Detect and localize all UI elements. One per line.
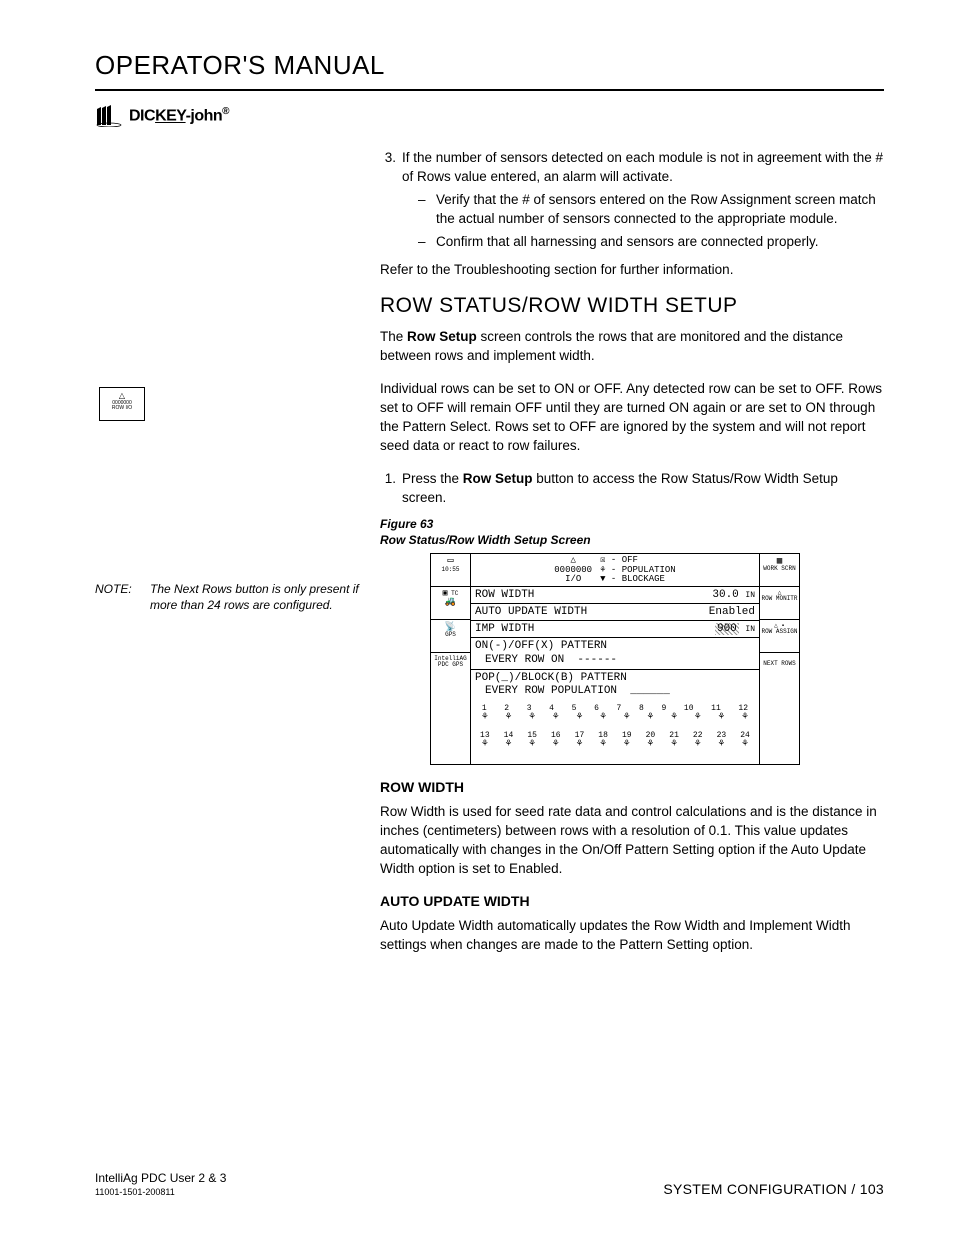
plant-icon[interactable]: ⚘ <box>505 713 511 723</box>
auto-update-width-field[interactable]: AUTO UPDATE WIDTH Enabled <box>471 604 759 621</box>
header-rule <box>95 89 884 91</box>
page-header-title: OPERATOR'S MANUAL <box>95 50 884 81</box>
tc-icon: ▣ TC 🚜 <box>431 587 470 620</box>
side-note-label: NOTE: <box>95 581 150 613</box>
footer-left: IntelliAg PDC User 2 & 3 11001-1501-2008… <box>95 1171 226 1197</box>
work-scrn-button[interactable]: ▦ WORK SCRN <box>760 554 799 587</box>
plant-icon[interactable]: ⚘ <box>742 713 748 723</box>
figure-label: Figure 63 <box>380 517 884 531</box>
plant-icon[interactable]: ⚘ <box>624 713 630 723</box>
row-monitr-button[interactable]: △ ROW MONITR <box>760 587 799 620</box>
screen-left-icons: ▭ 10:55 ▣ TC 🚜 📡 GPS IntelliAG PDC GPS <box>431 554 471 764</box>
row-io-thumbnail-icon: △ 0000000 ROW I/O <box>99 387 145 421</box>
figure-caption: Row Status/Row Width Setup Screen <box>380 533 884 547</box>
list-item-1: 1. Press the Row Setup button to access … <box>380 470 884 508</box>
auto-update-heading: AUTO UPDATE WIDTH <box>380 893 884 909</box>
plant-icon[interactable]: ⚘ <box>647 740 653 750</box>
brand-logo: DICKEY-john® <box>95 105 884 127</box>
row-width-field[interactable]: ROW WIDTH 30.0 IN <box>471 587 759 604</box>
gps-icon: 📡 GPS <box>431 620 470 653</box>
row-num: 10 <box>684 704 694 713</box>
row-width-heading: ROW WIDTH <box>380 779 884 795</box>
row-num: 8 <box>639 704 644 713</box>
plant-icon[interactable]: ⚘ <box>482 740 488 750</box>
plant-icon[interactable]: ⚘ <box>529 740 535 750</box>
dash-item-b: – Confirm that all harnessing and sensor… <box>418 233 884 252</box>
side-note: NOTE: The Next Rows button is only prese… <box>95 581 370 613</box>
auto-update-paragraph: Auto Update Width automatically updates … <box>380 917 884 955</box>
row-setup-para-2: Individual rows can be set to ON or OFF.… <box>380 380 884 456</box>
list-item-3: 3. If the number of sensors detected on … <box>380 149 884 187</box>
row-width-paragraph: Row Width is used for seed rate data and… <box>380 803 884 879</box>
row-num: 9 <box>661 704 666 713</box>
row-icons-grid: 123456789101112 ⚘⚘⚘⚘⚘⚘⚘⚘⚘⚘⚘⚘ 13141516171… <box>471 700 759 764</box>
refer-paragraph: Refer to the Troubleshooting section for… <box>380 261 884 280</box>
onoff-pattern-block[interactable]: ON(-)/OFF(X) PATTERN EVERY ROW ON ------ <box>471 638 759 669</box>
side-note-text: The Next Rows button is only present if … <box>150 581 370 613</box>
row-num: 6 <box>594 704 599 713</box>
plant-icon[interactable]: ⚘ <box>553 740 559 750</box>
screen-top-legend: △ 0000000 I/O ☒ - OFF ⚘ - POPULATION ▼ -… <box>471 554 759 587</box>
row-assign-button[interactable]: △ ▪ ROW ASSIGN <box>760 620 799 653</box>
brand-text: DICKEY-john® <box>129 106 229 125</box>
plant-icon[interactable]: ⚘ <box>505 740 511 750</box>
plant-icon[interactable]: ⚘ <box>647 713 653 723</box>
footer-right: SYSTEM CONFIGURATION / 103 <box>663 1181 884 1197</box>
next-rows-button[interactable]: NEXT ROWS <box>760 653 799 764</box>
time-cell: ▭ 10:55 <box>431 554 470 587</box>
plant-icon[interactable]: ⚘ <box>671 740 677 750</box>
section-row-status-heading: ROW STATUS/ROW WIDTH SETUP <box>380 294 884 318</box>
plant-icon[interactable]: ⚘ <box>671 713 677 723</box>
plant-icon[interactable]: ⚘ <box>553 713 559 723</box>
dash-item-a: – Verify that the # of sensors entered o… <box>418 191 884 229</box>
screen-right-icons: ▦ WORK SCRN △ ROW MONITR △ ▪ ROW ASSIGN … <box>759 554 799 764</box>
plant-icon[interactable]: ⚘ <box>576 713 582 723</box>
plant-icon[interactable]: ⚘ <box>600 713 606 723</box>
row-width-setup-screen: ▭ 10:55 ▣ TC 🚜 📡 GPS IntelliAG PDC GPS <box>430 553 800 765</box>
brand-icon <box>95 105 123 127</box>
plant-icon[interactable]: ⚘ <box>695 740 701 750</box>
plant-icon[interactable]: ⚘ <box>718 740 724 750</box>
intelliag-icon: IntelliAG PDC GPS <box>431 653 470 764</box>
plant-icon[interactable]: ⚘ <box>624 740 630 750</box>
imp-width-field[interactable]: IMP WIDTH 900 IN <box>471 621 759 638</box>
plant-icon[interactable]: ⚘ <box>600 740 606 750</box>
row-num: 7 <box>617 704 622 713</box>
plant-icon[interactable]: ⚘ <box>742 740 748 750</box>
row-setup-para-1: The Row Setup screen controls the rows t… <box>380 328 884 366</box>
plant-icon[interactable]: ⚘ <box>695 713 701 723</box>
plant-icon[interactable]: ⚘ <box>529 713 535 723</box>
plant-icon[interactable]: ⚘ <box>718 713 724 723</box>
plant-icon[interactable]: ⚘ <box>576 740 582 750</box>
plant-icon[interactable]: ⚘ <box>482 713 488 723</box>
popblock-pattern-block[interactable]: POP(_)/BLOCK(B) PATTERN EVERY ROW POPULA… <box>471 670 759 700</box>
